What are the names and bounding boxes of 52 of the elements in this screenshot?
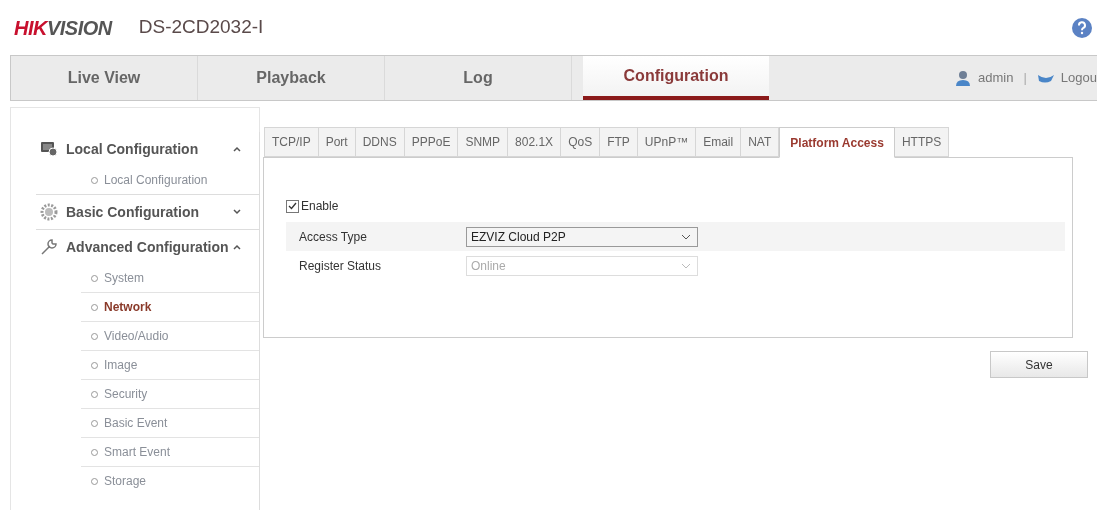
- nav-tab[interactable]: Live View: [11, 56, 198, 100]
- sidebar-group[interactable]: Basic Configuration: [66, 201, 199, 223]
- settings-tab[interactable]: DDNS: [355, 127, 405, 157]
- nav-tab[interactable]: Playback: [198, 56, 385, 100]
- sidebar-item[interactable]: Image: [81, 351, 259, 379]
- sidebar-item[interactable]: Local Configuration: [81, 166, 259, 194]
- caret-up-icon[interactable]: [233, 146, 241, 152]
- dropdown[interactable]: EZVIZ Cloud P2P: [466, 226, 698, 247]
- settings-tab[interactable]: FTP: [600, 127, 638, 157]
- settings-tab[interactable]: Email: [696, 127, 742, 157]
- sidebar-item[interactable]: Video/Audio: [81, 322, 259, 350]
- settings-tab[interactable]: TCP/IP: [264, 127, 319, 157]
- user-icon: [954, 70, 973, 86]
- caret-down-icon[interactable]: [233, 209, 241, 215]
- sidebar-item[interactable]: Smart Event: [81, 438, 259, 466]
- settings-tab[interactable]: 802.1X: [508, 127, 562, 157]
- settings-tab[interactable]: SNMP: [458, 127, 509, 157]
- logo: HIKVISION: [14, 15, 112, 41]
- sidebar-item[interactable]: Storage: [81, 467, 259, 495]
- sidebar-item[interactable]: System: [81, 264, 259, 292]
- sidebar-group[interactable]: Local Configuration: [66, 138, 199, 160]
- separator: |: [1023, 69, 1027, 88]
- settings-tab[interactable]: Platform Access: [779, 127, 895, 158]
- logout-icon[interactable]: [1036, 72, 1055, 84]
- field-label: Access Type: [298, 228, 368, 246]
- gear-icon: [40, 203, 58, 221]
- sidebar-group[interactable]: Advanced Configuration: [66, 236, 229, 258]
- chevron-down-icon: [681, 262, 691, 269]
- sidebar-item[interactable]: Security: [81, 380, 259, 408]
- settings-tab[interactable]: PPPoE: [404, 127, 459, 157]
- nav-tab[interactable]: Log: [385, 56, 572, 100]
- settings-tab[interactable]: UPnP™: [637, 127, 697, 157]
- nav-tab[interactable]: Configuration: [583, 56, 769, 100]
- monitor-icon: [40, 141, 58, 157]
- checkmark-icon: [288, 202, 297, 210]
- enable-checkbox[interactable]: [286, 199, 299, 213]
- sidebar-item[interactable]: Network: [81, 293, 259, 321]
- username: admin: [978, 69, 1014, 88]
- wrench-icon: [40, 238, 58, 256]
- model-name: DS-2CD2032-I: [138, 15, 264, 40]
- field-label: Register Status: [298, 257, 383, 275]
- chevron-down-icon: [681, 233, 691, 240]
- settings-tab[interactable]: QoS: [561, 127, 601, 157]
- enable-label: Enable: [301, 198, 339, 215]
- logout-link[interactable]: Logou: [1060, 68, 1097, 88]
- settings-tab[interactable]: HTTPS: [894, 127, 950, 157]
- sidebar-item[interactable]: Basic Event: [81, 409, 259, 437]
- settings-tab[interactable]: Port: [318, 127, 356, 157]
- settings-tab[interactable]: NAT: [741, 127, 780, 157]
- save-button[interactable]: Save: [990, 351, 1088, 378]
- caret-up-icon[interactable]: [233, 244, 241, 250]
- help-icon[interactable]: [1071, 16, 1093, 39]
